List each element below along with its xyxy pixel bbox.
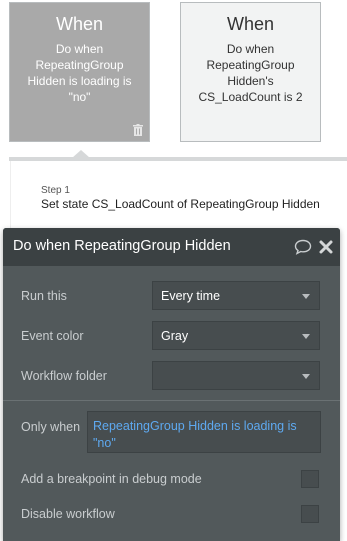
disable-workflow-checkbox[interactable]: [301, 505, 319, 523]
step-action-text[interactable]: Set state CS_LoadCount of RepeatingGroup…: [41, 197, 320, 211]
event-card-title: When: [55, 14, 104, 34]
comment-icon[interactable]: [294, 239, 312, 255]
chevron-down-icon: [302, 334, 310, 339]
event-card-loading[interactable]: When Do when RepeatingGroup Hidden is lo…: [9, 2, 150, 142]
chevron-down-icon: [302, 294, 310, 299]
run-this-value: Every time: [161, 289, 221, 303]
workflow-folder-label: Workflow folder: [21, 369, 107, 383]
panel-header[interactable]: Do when RepeatingGroup Hidden is loading…: [3, 228, 340, 266]
event-color-dropdown[interactable]: Gray: [152, 321, 320, 350]
event-card-text: Do when RepeatingGroup Hidden's CS_LoadC…: [198, 42, 303, 104]
close-icon[interactable]: [318, 239, 334, 255]
run-this-dropdown[interactable]: Every time: [152, 281, 320, 310]
event-properties-panel: Do when RepeatingGroup Hidden is loading…: [3, 228, 340, 541]
disable-workflow-label: Disable workflow: [21, 507, 115, 521]
divider: [3, 400, 340, 401]
breakpoint-label: Add a breakpoint in debug mode: [21, 472, 202, 486]
chevron-down-icon: [302, 374, 310, 379]
only-when-condition-field[interactable]: RepeatingGroup Hidden is loading is "no": [87, 411, 321, 453]
panel-title: Do when RepeatingGroup Hidden is loading…: [13, 238, 233, 254]
event-card-text: Do when RepeatingGroup Hidden is loading…: [27, 42, 132, 104]
step-label: Step 1: [41, 185, 70, 196]
event-card-title: When: [226, 14, 275, 34]
breakpoint-checkbox[interactable]: [301, 470, 319, 488]
run-this-label: Run this: [21, 289, 67, 303]
only-when-label: Only when: [21, 420, 81, 434]
event-card-loadcount[interactable]: When Do when RepeatingGroup Hidden's CS_…: [180, 2, 321, 142]
event-color-value: Gray: [161, 329, 189, 343]
workflow-folder-dropdown[interactable]: [152, 361, 320, 390]
only-when-expression[interactable]: RepeatingGroup Hidden is loading is "no": [93, 418, 315, 452]
event-color-label: Event color: [21, 329, 84, 343]
trash-icon[interactable]: [133, 124, 143, 136]
